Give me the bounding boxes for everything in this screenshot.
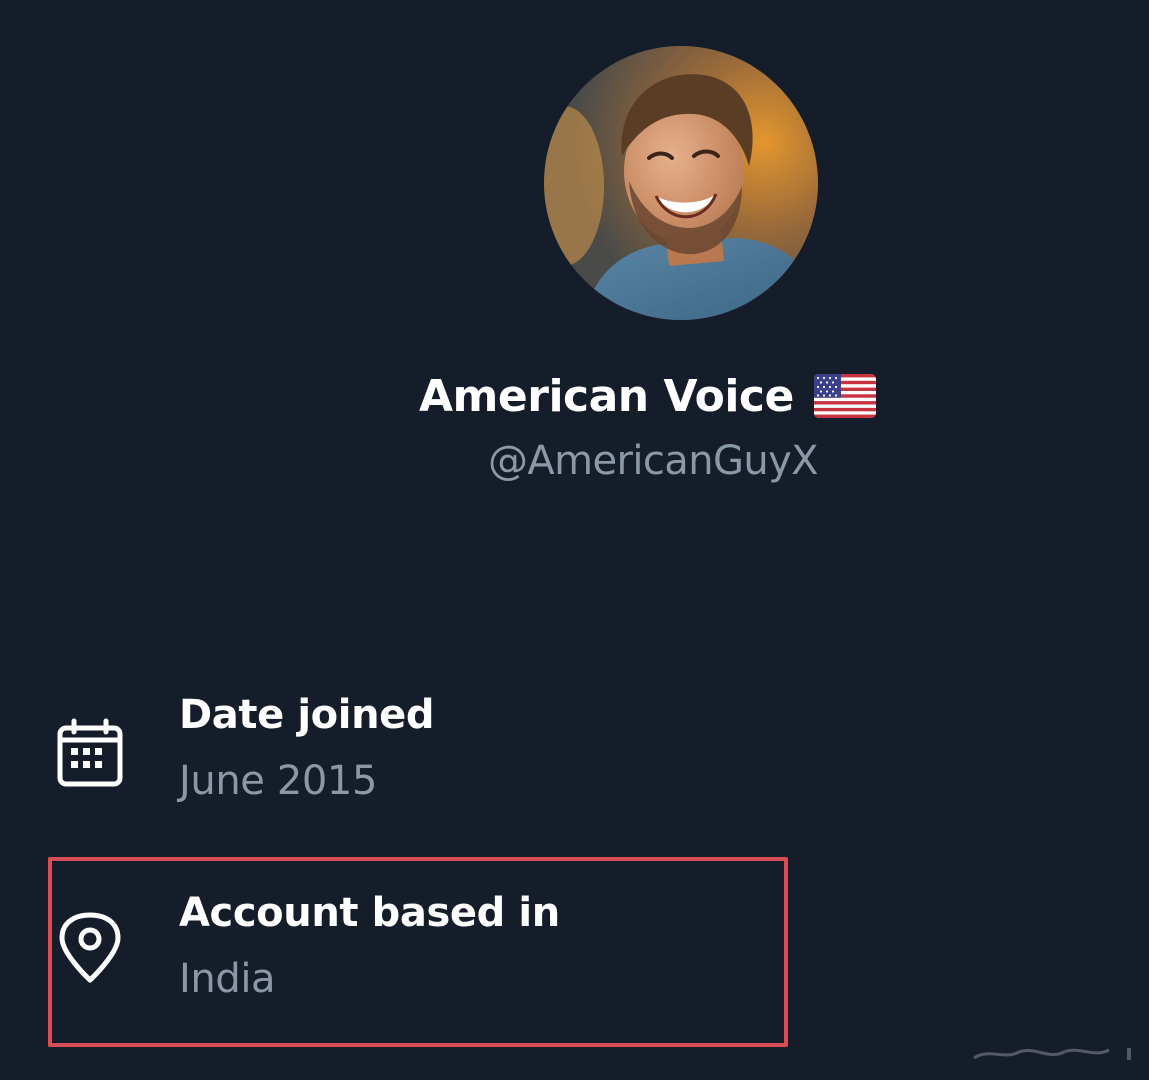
highlight-box: [48, 857, 788, 1047]
profile-avatar[interactable]: [544, 46, 818, 320]
watermark: [973, 1048, 1131, 1060]
calendar-icon: [54, 718, 126, 790]
date-joined-value: June 2015: [179, 758, 378, 804]
profile-handle: @AmericanGuyX: [488, 438, 819, 484]
display-name: American Voice: [419, 364, 939, 428]
display-name-text: American Voice: [419, 370, 794, 422]
date-joined-label: Date joined: [179, 692, 435, 738]
date-joined-row: Date joined June 2015: [0, 688, 900, 818]
profile-about-page: American Voice @AmericanGuyX Date joined…: [0, 0, 1149, 1080]
us-flag-icon: [813, 374, 876, 418]
